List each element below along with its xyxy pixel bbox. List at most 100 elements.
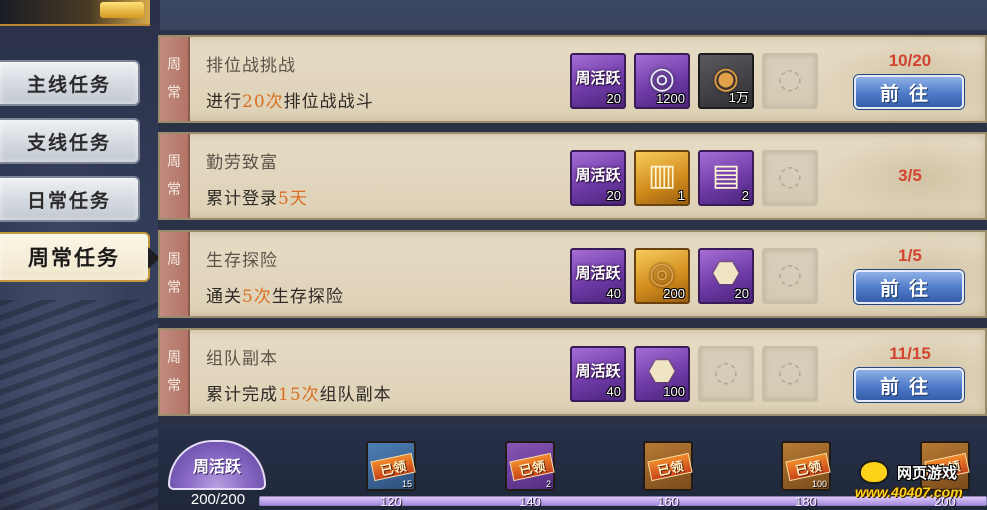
sidebar-item-label: 周常任务 bbox=[28, 245, 120, 270]
chest-quantity: 15 bbox=[401, 479, 412, 489]
sidebar-item-label: 主线任务 bbox=[26, 73, 111, 96]
empty-slot-icon: ◌ bbox=[777, 355, 803, 388]
reward-quantity: 2 bbox=[741, 188, 749, 203]
weekly-tag: 周常 bbox=[160, 37, 190, 121]
weekly-tag-char: 周 bbox=[167, 252, 181, 268]
task-description-text: 累计登录 bbox=[206, 189, 278, 209]
reward-item[interactable]: ▤ 2 bbox=[698, 150, 754, 206]
milestone-label: 180 bbox=[795, 494, 817, 509]
sidebar-item-main-quests[interactable]: 主线任务 bbox=[0, 60, 140, 106]
task-title: 生存探险 bbox=[206, 251, 278, 271]
reward-list: 周活跃 40 ⬣ 100 ◌ ◌ bbox=[570, 346, 818, 402]
task-description-text: 组队副本 bbox=[319, 385, 392, 405]
reward-quantity: 20 bbox=[606, 188, 621, 203]
task-description-text: 进行 bbox=[206, 92, 242, 112]
banner-ornament bbox=[100, 2, 144, 18]
task-description-text: 累计完成 bbox=[206, 385, 278, 405]
task-description: 进行20次排位战战斗 bbox=[206, 87, 374, 112]
weekly-tag-char: 周 bbox=[167, 350, 181, 366]
empty-reward-slot: ◌ bbox=[698, 346, 754, 402]
go-button[interactable]: 前往 bbox=[854, 368, 964, 402]
reward-label: 周活跃 bbox=[575, 69, 621, 87]
sidebar-item-daily-quests[interactable]: 日常任务 bbox=[0, 176, 140, 222]
weekly-tag-char: 常 bbox=[167, 85, 181, 101]
go-button[interactable]: 前往 bbox=[854, 270, 964, 304]
sidebar-item-label: 日常任务 bbox=[26, 189, 111, 212]
task-count-highlight: 15次 bbox=[278, 385, 320, 405]
activity-label: 周活跃 bbox=[192, 457, 241, 476]
sidebar-item-side-quests[interactable]: 支线任务 bbox=[0, 118, 140, 164]
milestone-chest[interactable]: 已领 15 bbox=[366, 441, 416, 491]
reward-quantity: 1200 bbox=[656, 91, 685, 106]
reward-list: 周活跃 20 ◎ 1200 ◉ 1万 ◌ bbox=[570, 53, 818, 109]
sidebar-item-weekly-quests[interactable]: 周常任务 bbox=[0, 232, 160, 282]
reward-item[interactable]: ⬣ 100 bbox=[634, 346, 690, 402]
milestone-label: 160 bbox=[657, 494, 679, 509]
task-progress: 10/20 bbox=[888, 51, 932, 70]
reward-list: 周活跃 20 ▥ 1 ▤ 2 ◌ bbox=[570, 150, 818, 206]
weekly-tag: 周常 bbox=[160, 330, 190, 414]
milestone-label: 140 bbox=[519, 494, 541, 509]
reward-quantity: 1万 bbox=[728, 90, 749, 105]
reward-quantity: 40 bbox=[606, 384, 621, 399]
reward-quantity: 40 bbox=[606, 286, 621, 301]
empty-slot-icon: ◌ bbox=[777, 159, 803, 192]
reward-quantity: 1 bbox=[677, 188, 685, 203]
task-title: 勤劳致富 bbox=[206, 153, 278, 173]
reward-quantity: 20 bbox=[606, 91, 621, 106]
go-button[interactable]: 前往 bbox=[854, 75, 964, 109]
milestone-chest[interactable]: 已领 bbox=[643, 441, 693, 491]
chest-quantity: 100 bbox=[811, 479, 827, 489]
sidebar-item-label: 支线任务 bbox=[26, 131, 111, 154]
task-title: 排位战挑战 bbox=[206, 56, 296, 76]
milestone-chest[interactable]: 已领 100 bbox=[781, 441, 831, 491]
task-count-highlight: 20次 bbox=[242, 92, 284, 112]
reward-quantity: 100 bbox=[663, 384, 685, 399]
reward-item[interactable]: ◉ 1万 bbox=[698, 53, 754, 109]
empty-slot-icon: ◌ bbox=[777, 62, 803, 95]
watermark-line2: www.40407.com bbox=[855, 484, 963, 500]
task-description: 累计完成15次组队副本 bbox=[206, 380, 392, 405]
reward-item[interactable]: ◎ 200 bbox=[634, 248, 690, 304]
reward-item[interactable]: ▥ 1 bbox=[634, 150, 690, 206]
weekly-tag-char: 常 bbox=[167, 182, 181, 198]
claimed-stamp: 已领 bbox=[647, 452, 693, 482]
task-title: 组队副本 bbox=[206, 349, 278, 369]
milestone-label: 120 bbox=[380, 494, 402, 509]
reward-label: 周活跃 bbox=[575, 362, 621, 380]
weekly-tag-char: 常 bbox=[167, 280, 181, 296]
task-count-highlight: 5次 bbox=[242, 287, 272, 307]
site-watermark: 网页游戏 www.40407.com bbox=[853, 458, 987, 510]
reward-item[interactable]: 周活跃 20 bbox=[570, 150, 626, 206]
task-progress: 3/5 bbox=[898, 166, 922, 185]
claimed-stamp: 已领 bbox=[370, 452, 416, 482]
empty-reward-slot: ◌ bbox=[762, 346, 818, 402]
milestone-chest[interactable]: 已领 2 bbox=[505, 441, 555, 491]
task-description-text: 生存探险 bbox=[271, 287, 344, 307]
watermark-line1: 网页游戏 bbox=[897, 464, 958, 482]
weekly-tag-char: 周 bbox=[167, 57, 181, 73]
reward-item[interactable]: 周活跃 20 bbox=[570, 53, 626, 109]
task-description: 累计登录5天 bbox=[206, 184, 308, 209]
weekly-tag: 周常 bbox=[160, 134, 190, 218]
empty-reward-slot: ◌ bbox=[762, 53, 818, 109]
reward-item[interactable]: 周活跃 40 bbox=[570, 346, 626, 402]
mascot-logo-icon bbox=[859, 460, 889, 484]
reward-label: 周活跃 bbox=[575, 264, 621, 282]
task-description-text: 排位战战斗 bbox=[283, 92, 374, 112]
claimed-stamp: 已领 bbox=[509, 452, 555, 482]
top-banner bbox=[0, 0, 150, 26]
reward-item[interactable]: ◎ 1200 bbox=[634, 53, 690, 109]
task-description: 通关5次生存探险 bbox=[206, 282, 344, 307]
reward-quantity: 200 bbox=[663, 286, 685, 301]
reward-quantity: 20 bbox=[734, 286, 749, 301]
empty-reward-slot: ◌ bbox=[762, 248, 818, 304]
weekly-tag-char: 周 bbox=[167, 154, 181, 170]
reward-item[interactable]: ⬣ 20 bbox=[698, 248, 754, 304]
task-description-text: 通关 bbox=[206, 287, 242, 307]
task-count-highlight: 5天 bbox=[278, 189, 308, 209]
weekly-tag-char: 常 bbox=[167, 378, 181, 394]
reward-item[interactable]: 周活跃 40 bbox=[570, 248, 626, 304]
reward-list: 周活跃 40 ◎ 200 ⬣ 20 ◌ bbox=[570, 248, 818, 304]
task-progress: 1/5 bbox=[898, 246, 922, 265]
